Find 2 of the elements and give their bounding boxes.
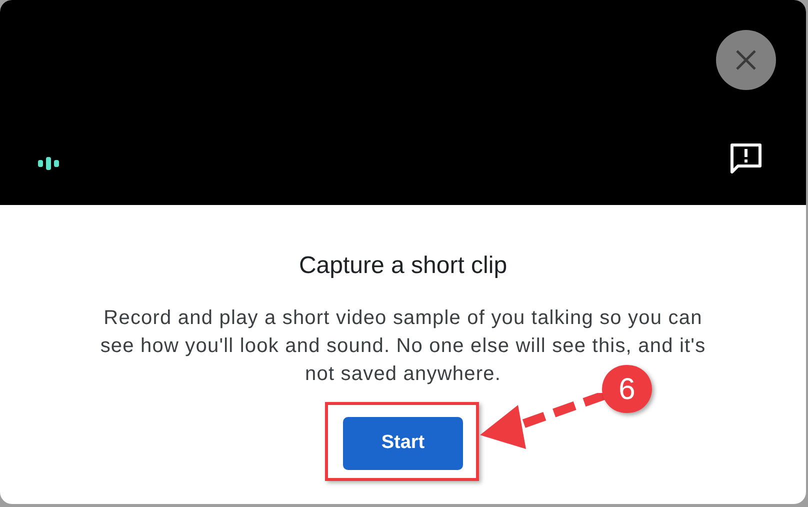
start-button[interactable]: Start bbox=[343, 417, 463, 470]
dialog-title: Capture a short clip bbox=[298, 251, 508, 281]
